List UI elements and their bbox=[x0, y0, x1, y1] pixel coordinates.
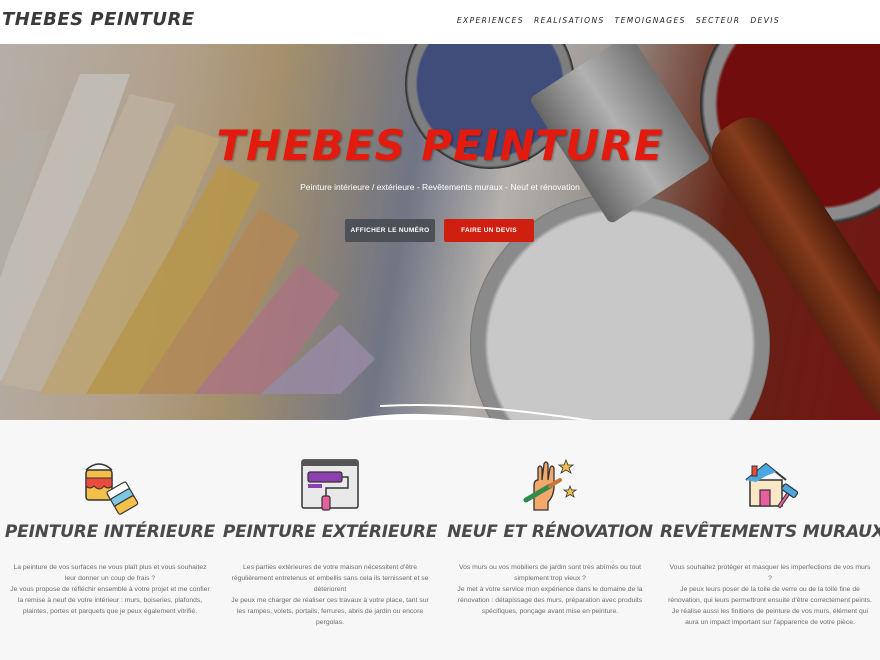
house-paint-roller-icon bbox=[745, 462, 799, 509]
request-quote-button[interactable]: FAIRE UN DEVIS bbox=[444, 219, 534, 242]
main-nav: EXPERIENCES REALISATIONS TEMOIGNAGES SEC… bbox=[457, 16, 780, 25]
service-description: Vous souhaitez protéger et masquer les i… bbox=[668, 564, 872, 626]
service-title: NEUF ET RÉNOVATION bbox=[447, 522, 653, 542]
top-navbar: THEBES PEINTURE EXPERIENCES REALISATIONS… bbox=[0, 0, 880, 44]
service-description: La peinture de vos surfaces ne vous plaî… bbox=[10, 564, 210, 615]
services-section: PEINTURE INTÉRIEURE La peinture de vos s… bbox=[0, 440, 880, 660]
service-description: Vos murs ou vos mobiliers de jardin sont… bbox=[457, 564, 643, 615]
hero-banner: THEBES PEINTURE Peinture intérieure / ex… bbox=[0, 44, 880, 420]
nav-link-experiences[interactable]: EXPERIENCES bbox=[457, 16, 524, 25]
hand-brush-stars-icon bbox=[523, 458, 578, 511]
service-title: PEINTURE EXTÉRIEURE bbox=[222, 522, 438, 542]
nav-link-temoignages[interactable]: TEMOIGNAGES bbox=[615, 16, 686, 25]
hero-subtitle: Peinture intérieure / extérieure - Revêt… bbox=[300, 182, 580, 192]
paint-roller-wall-icon bbox=[301, 459, 359, 511]
hero-overlay bbox=[0, 44, 880, 420]
hero-title: THEBES PEINTURE bbox=[216, 121, 664, 170]
service-description: Les parties extérieures de votre maison … bbox=[231, 564, 429, 626]
hero-wave-divider bbox=[347, 403, 594, 420]
site-logo[interactable]: THEBES PEINTURE bbox=[2, 9, 195, 30]
service-title: REVÊTEMENTS MURAUX bbox=[660, 522, 880, 542]
show-phone-button[interactable]: AFFICHER LE NUMÉRO bbox=[345, 219, 435, 242]
nav-link-devis[interactable]: DEVIS bbox=[750, 16, 780, 25]
nav-link-realisations[interactable]: REALISATIONS bbox=[534, 16, 605, 25]
service-title: PEINTURE INTÉRIEURE bbox=[4, 522, 216, 542]
paint-bucket-swatches-icon bbox=[85, 463, 139, 515]
nav-link-secteur[interactable]: SECTEUR bbox=[696, 16, 741, 25]
